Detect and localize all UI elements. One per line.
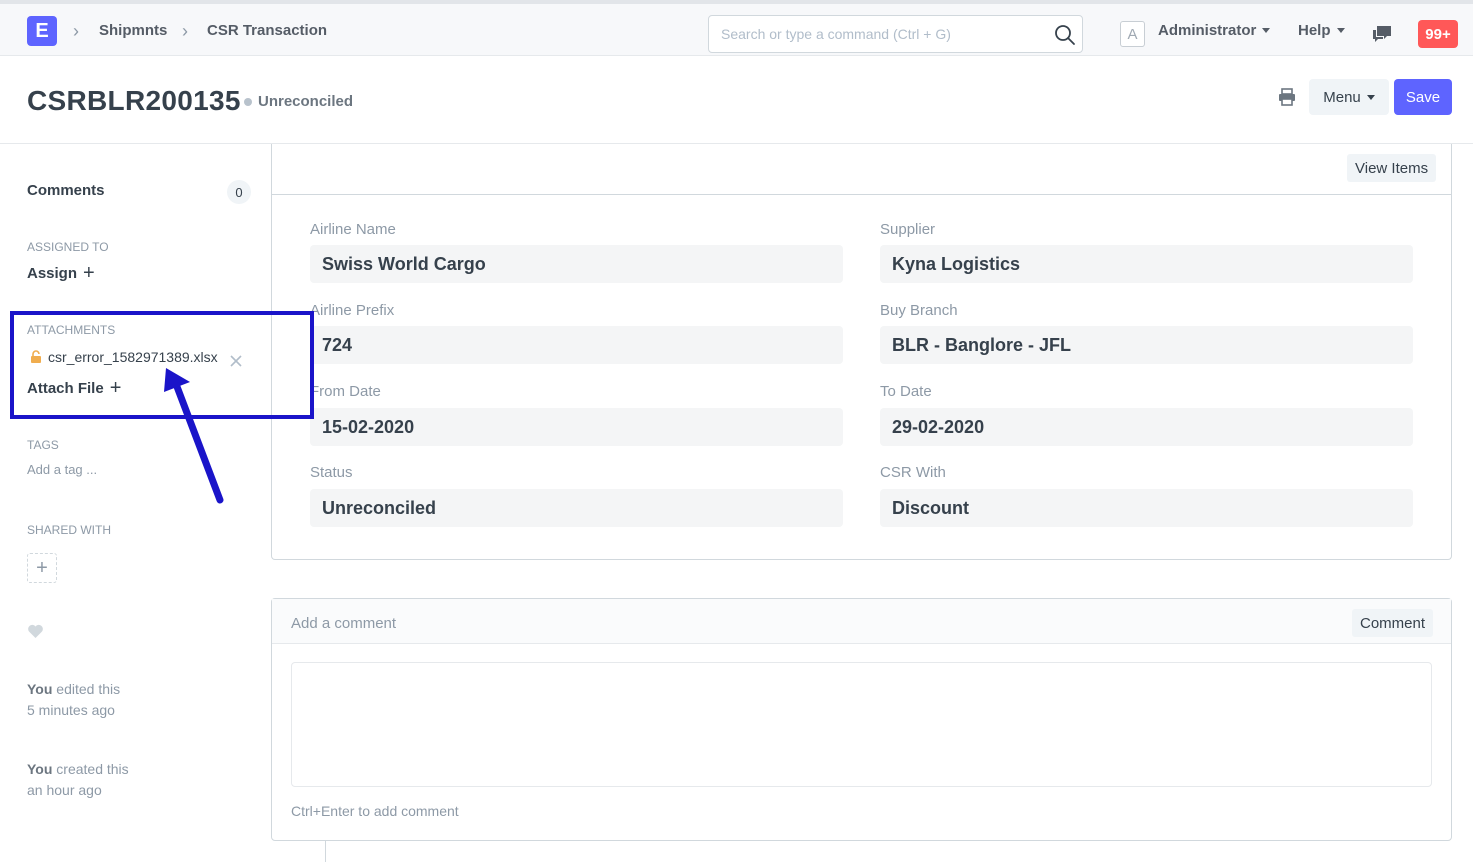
comment-card: Add a comment Comment Ctrl+Enter to add … — [271, 598, 1452, 841]
caret-down-icon — [1336, 28, 1345, 33]
status-field[interactable]: Unreconciled — [310, 489, 843, 527]
from-date-label: From Date — [310, 383, 381, 400]
comment-hint: Ctrl+Enter to add comment — [291, 803, 459, 819]
airline-prefix-field[interactable]: 724 — [310, 326, 843, 364]
airline-prefix-label: Airline Prefix — [310, 302, 395, 319]
comment-button[interactable]: Comment — [1352, 609, 1434, 637]
help-menu-label: Help — [1298, 22, 1331, 39]
form-toolbar: View Items — [272, 144, 1451, 195]
assign-button[interactable]: Assign + — [27, 262, 95, 284]
airline-name-field[interactable]: Swiss World Cargo — [310, 245, 843, 283]
timeline-item: You created this an hour ago — [27, 759, 129, 801]
timeline-time: an hour ago — [27, 782, 102, 798]
buy-branch-field[interactable]: BLR - Banglore - JFL — [880, 326, 1413, 364]
navbar: E › Shipmnts › CSR Transaction A Adminis… — [0, 0, 1473, 56]
app-logo[interactable]: E — [27, 16, 57, 46]
user-menu-label: Administrator — [1158, 22, 1257, 39]
heart-icon[interactable] — [27, 624, 44, 639]
buy-branch-label: Buy Branch — [880, 302, 958, 319]
supplier-label: Supplier — [880, 221, 936, 238]
status-indicator: Unreconciled — [244, 93, 353, 110]
assigned-to-label: ASSIGNED TO — [27, 240, 109, 254]
add-share-button[interactable]: + — [27, 553, 57, 583]
print-icon[interactable] — [1277, 87, 1297, 107]
save-button[interactable]: Save — [1394, 79, 1452, 115]
notifications-badge[interactable]: 99+ — [1418, 20, 1458, 48]
timeline-line — [325, 841, 326, 862]
avatar[interactable]: A — [1120, 21, 1145, 47]
tags-label: TAGS — [27, 438, 59, 452]
breadcrumb-shipmnts[interactable]: Shipmnts — [99, 22, 167, 39]
page-title: CSRBLR200135 — [27, 85, 241, 116]
sidebar-comments-link[interactable]: Comments — [27, 182, 105, 199]
caret-down-icon — [1366, 94, 1375, 100]
search-bar — [708, 15, 1083, 53]
view-items-button[interactable]: View Items — [1347, 154, 1437, 182]
csr-with-label: CSR With — [880, 464, 946, 481]
search-input[interactable] — [709, 16, 1039, 52]
to-date-field[interactable]: 29-02-2020 — [880, 408, 1413, 446]
timeline-action: created this — [56, 761, 129, 777]
page-head: CSRBLR200135 Unreconciled Menu Save — [0, 57, 1473, 144]
supplier-field[interactable]: Kyna Logistics — [880, 245, 1413, 283]
annotation-arrow-icon — [164, 368, 224, 504]
timeline-time: 5 minutes ago — [27, 702, 115, 718]
csr-with-field[interactable]: Discount — [880, 489, 1413, 527]
from-date-field[interactable]: 15-02-2020 — [310, 408, 843, 446]
chevron-right-icon: › — [73, 21, 79, 41]
breadcrumb-csr-transaction[interactable]: CSR Transaction — [207, 22, 327, 39]
comments-count-badge: 0 — [227, 180, 251, 204]
status-label: Status — [310, 464, 353, 481]
user-menu[interactable]: Administrator — [1158, 22, 1271, 39]
plus-icon: + — [83, 262, 95, 284]
airline-name-label: Airline Name — [310, 221, 396, 238]
menu-button-label: Menu — [1323, 88, 1361, 106]
form-card: View Items Airline Name Swiss World Carg… — [271, 144, 1452, 560]
comment-header: Add a comment Comment — [272, 599, 1451, 644]
timeline-actor: You — [27, 761, 53, 777]
assign-label: Assign — [27, 265, 78, 282]
shared-with-label: SHARED WITH — [27, 523, 111, 537]
to-date-label: To Date — [880, 383, 932, 400]
search-icon[interactable] — [1054, 24, 1076, 46]
status-dot-icon — [244, 97, 252, 106]
menu-button[interactable]: Menu — [1309, 79, 1389, 115]
status-text: Unreconciled — [258, 93, 354, 110]
chat-icon[interactable] — [1371, 24, 1393, 44]
caret-down-icon — [1262, 28, 1271, 33]
help-menu[interactable]: Help — [1298, 22, 1345, 39]
comment-input[interactable] — [291, 662, 1432, 787]
add-tag-link[interactable]: Add a tag ... — [27, 462, 97, 477]
timeline-item: You edited this 5 minutes ago — [27, 679, 120, 721]
timeline-actor: You — [27, 681, 53, 697]
chevron-right-icon: › — [182, 21, 188, 41]
comment-title: Add a comment — [291, 615, 397, 632]
timeline-action: edited this — [56, 681, 121, 697]
